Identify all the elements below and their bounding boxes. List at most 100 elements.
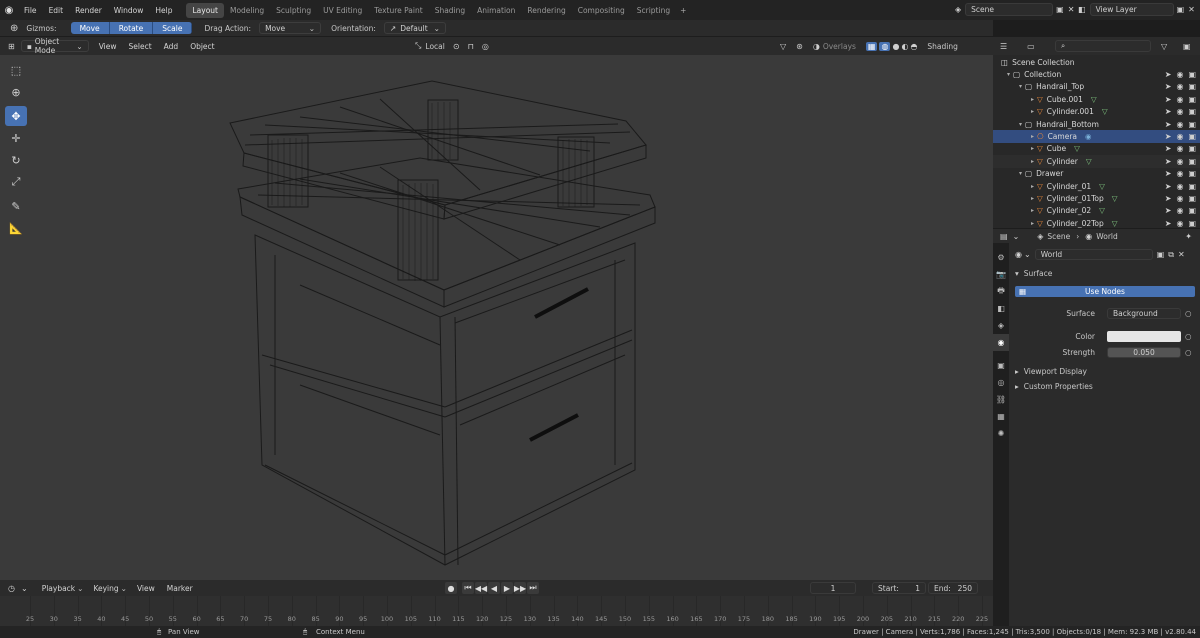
next-keyframe-icon[interactable]: ▶▶ (514, 582, 526, 594)
tab-modeling[interactable]: Modeling (224, 3, 270, 18)
wireframe-shading-icon[interactable]: ◍ (879, 41, 891, 51)
select-arrow-icon[interactable]: ➤ (1165, 70, 1172, 79)
snap-icon[interactable]: ⊓ (468, 42, 474, 51)
view-layer-tab-icon[interactable]: ◧ (993, 300, 1009, 317)
eye-icon[interactable]: ◉ (1176, 144, 1183, 153)
rotate-tool-icon[interactable]: ↻ (5, 150, 27, 170)
pin-icon[interactable]: ✦ (1185, 232, 1192, 241)
xray-icon[interactable]: ▦ (865, 41, 878, 51)
mesh-data-icon[interactable]: ▽ (1112, 219, 1118, 228)
drag-action-dropdown[interactable]: Move ⌄ (259, 22, 322, 34)
move-tool-icon[interactable]: ✥ (5, 106, 27, 126)
select-arrow-icon[interactable]: ➤ (1165, 132, 1172, 141)
view-layer-icon[interactable]: ◧ (1078, 5, 1086, 14)
camera-render-icon[interactable]: ▣ (1188, 194, 1196, 203)
pivot-icon[interactable]: ⊙ (453, 42, 460, 51)
eye-icon[interactable]: ◉ (1176, 219, 1183, 228)
camera-render-icon[interactable]: ▣ (1188, 219, 1196, 228)
camera-render-icon[interactable]: ▣ (1188, 206, 1196, 215)
select-box-tool-icon[interactable]: ⬚ (5, 60, 27, 80)
data-tab-icon[interactable]: ✺ (993, 425, 1009, 442)
eye-icon[interactable]: ◉ (1176, 194, 1183, 203)
world-tab-icon[interactable]: ◉ (993, 334, 1009, 351)
select-arrow-icon[interactable]: ➤ (1165, 120, 1172, 129)
new-scene-icon[interactable]: ▣ (1056, 5, 1064, 14)
solid-shading-icon[interactable]: ● (892, 42, 899, 51)
color-swatch[interactable] (1107, 331, 1181, 342)
output-tab-icon[interactable]: 🖶 (993, 283, 1009, 300)
start-frame-field[interactable]: Start: 1 (872, 582, 926, 594)
editor-type-icon[interactable]: ⊞ (8, 42, 15, 51)
animate-dot-icon[interactable]: ○ (1185, 309, 1192, 318)
gizmo-move-button[interactable]: Move (70, 22, 110, 34)
eye-icon[interactable]: ◉ (1176, 70, 1183, 79)
measure-tool-icon[interactable]: 📐 (5, 218, 27, 238)
mesh-data-icon[interactable]: ▽ (1102, 107, 1108, 116)
timeline-editor-icon[interactable]: ◷ (8, 584, 15, 593)
timeline-menu-view[interactable]: View (131, 584, 161, 593)
unlink-icon[interactable]: ✕ (1178, 250, 1185, 259)
duplicate-icon[interactable]: ⧉ (1168, 250, 1174, 260)
camera-render-icon[interactable]: ▣ (1188, 120, 1196, 129)
record-icon[interactable]: ● (445, 582, 457, 594)
surface-panel-header[interactable]: ▾ Surface (1015, 269, 1052, 278)
viewport-menu-select[interactable]: Select (123, 42, 158, 51)
fake-user-icon[interactable]: ▣ (1157, 250, 1165, 259)
select-arrow-icon[interactable]: ➤ (1165, 182, 1172, 191)
outliner-row[interactable]: ▸ ▽ Cube ▽ ➤ ◉ ▣ (993, 143, 1200, 155)
overlays-icon[interactable]: ◑ (813, 42, 820, 51)
tab-rendering[interactable]: Rendering (521, 3, 571, 18)
visibility-icon[interactable]: ▽ (780, 42, 786, 51)
outliner-row[interactable]: ▾ ▢ Handrail_Top ➤ ◉ ▣ (993, 81, 1200, 93)
menu-file[interactable]: File (18, 6, 43, 15)
add-workspace-icon[interactable]: + (676, 6, 690, 15)
tab-texture-paint[interactable]: Texture Paint (368, 3, 428, 18)
select-arrow-icon[interactable]: ➤ (1165, 157, 1172, 166)
tab-uv-editing[interactable]: UV Editing (317, 3, 368, 18)
scene-tab-icon[interactable]: ◈ (993, 317, 1009, 334)
outliner-row[interactable]: ▸ ▽ Cube.001 ▽ ➤ ◉ ▣ (993, 93, 1200, 105)
camera-render-icon[interactable]: ▣ (1188, 144, 1196, 153)
eye-icon[interactable]: ◉ (1176, 157, 1183, 166)
eye-icon[interactable]: ◉ (1176, 82, 1183, 91)
outliner-row[interactable]: ▾ ▢ Drawer ➤ ◉ ▣ (993, 168, 1200, 180)
eye-icon[interactable]: ◉ (1176, 107, 1183, 116)
material-shading-icon[interactable]: ◐ (901, 42, 908, 51)
menu-render[interactable]: Render (69, 6, 108, 15)
outliner-editor-icon[interactable]: ☰ (1000, 42, 1007, 51)
select-arrow-icon[interactable]: ➤ (1165, 95, 1172, 104)
constraints-tab-icon[interactable]: ⛓ (993, 391, 1009, 408)
viewport-display-panel[interactable]: ▸ Viewport Display (1015, 367, 1195, 376)
current-frame-field[interactable]: 1 (810, 582, 856, 594)
chevron-down-icon[interactable]: ⌄ (1013, 232, 1020, 241)
delete-view-layer-icon[interactable]: ✕ (1188, 5, 1195, 14)
move-icon[interactable]: ✛ (5, 128, 27, 148)
tab-animation[interactable]: Animation (471, 3, 521, 18)
mesh-data-icon[interactable]: ▽ (1112, 194, 1118, 203)
camera-render-icon[interactable]: ▣ (1188, 157, 1196, 166)
select-arrow-icon[interactable]: ➤ (1165, 107, 1172, 116)
scene-selector[interactable]: Scene (965, 3, 1054, 16)
surface-shader-field[interactable]: Background (1107, 308, 1181, 319)
menu-edit[interactable]: Edit (43, 6, 70, 15)
custom-properties-panel[interactable]: ▸ Custom Properties (1015, 382, 1195, 391)
orientation-dropdown[interactable]: ↗ Default ⌄ (383, 22, 446, 34)
world-name-field[interactable]: World (1034, 249, 1153, 260)
select-arrow-icon[interactable]: ➤ (1165, 169, 1172, 178)
camera-render-icon[interactable]: ▣ (1188, 132, 1196, 141)
delete-scene-icon[interactable]: ✕ (1068, 5, 1075, 14)
animate-dot-icon[interactable]: ○ (1185, 348, 1192, 357)
render-tab-icon[interactable]: 📷 (993, 266, 1009, 283)
prev-keyframe-icon[interactable]: ◀◀ (475, 582, 487, 594)
blender-logo-icon[interactable]: ◉ (0, 0, 18, 20)
transform-orientation-icon[interactable]: ⤡ (415, 41, 421, 51)
transform-orientation-value[interactable]: Local (425, 42, 444, 51)
timeline-menu-playback[interactable]: Playback (36, 584, 81, 593)
animate-dot-icon[interactable]: ○ (1185, 332, 1192, 341)
camera-data-icon[interactable]: ◉ (1085, 132, 1092, 141)
outliner-row[interactable]: ▸ ▽ Cylinder_02Top ▽ ➤ ◉ ▣ (993, 217, 1200, 228)
display-mode-icon[interactable]: ▭ (1027, 42, 1035, 51)
select-arrow-icon[interactable]: ➤ (1165, 206, 1172, 215)
filter-icon[interactable]: ▽ (1161, 42, 1167, 51)
gizmo-icon[interactable]: ⊕ (10, 23, 18, 34)
